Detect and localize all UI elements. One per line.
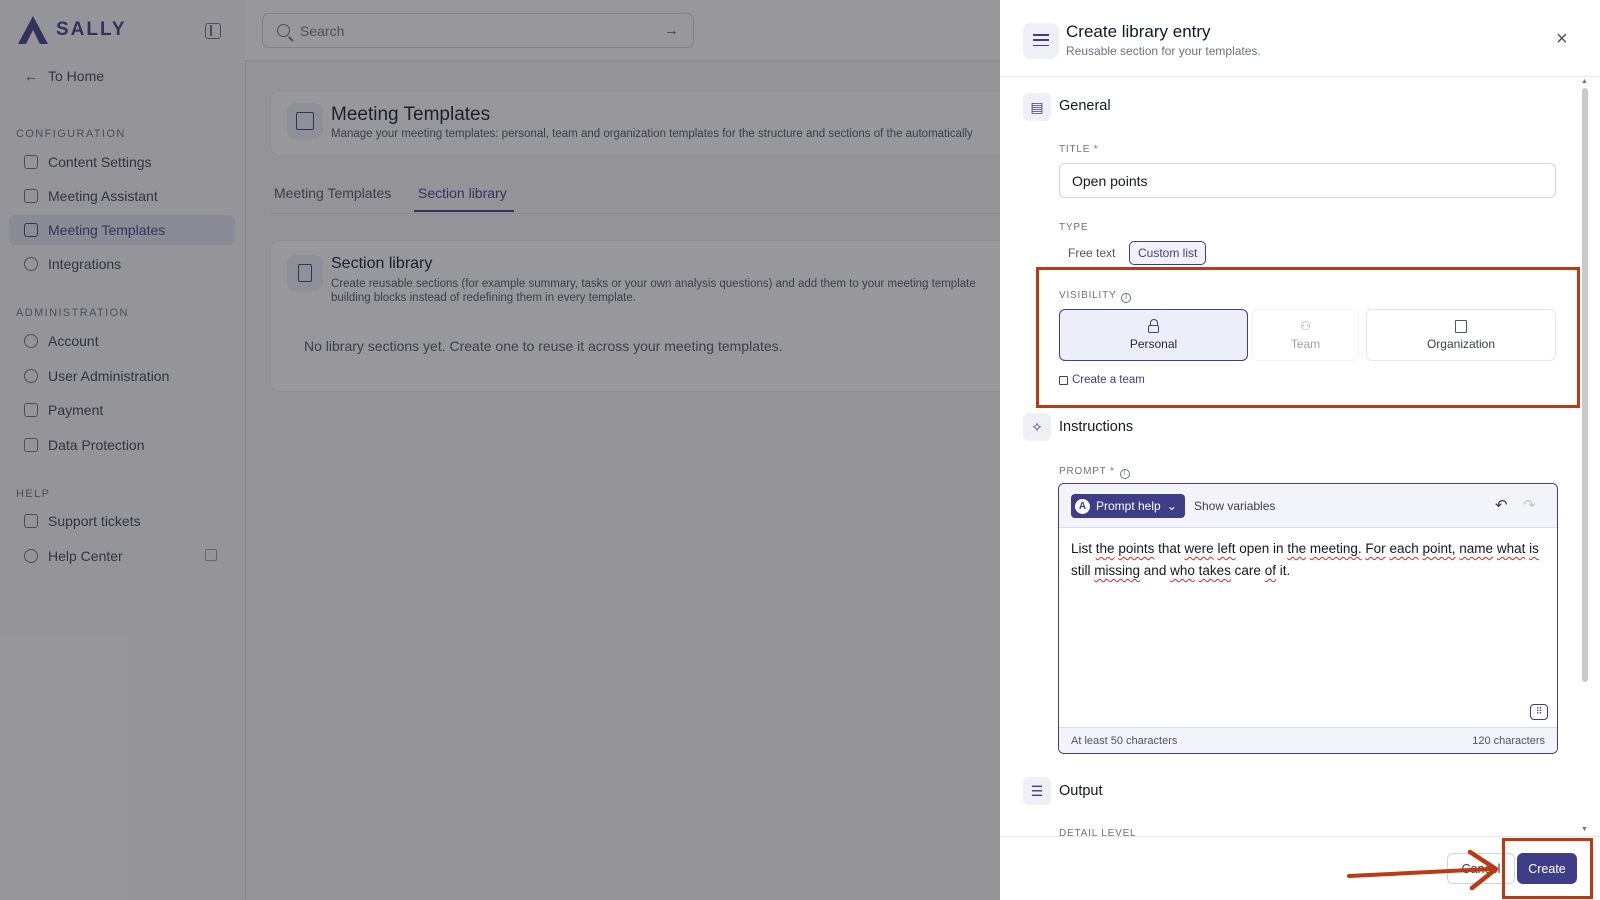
type-custom-list-button[interactable]: Custom list [1129, 241, 1207, 265]
info-icon[interactable]: i [1121, 293, 1132, 303]
lock-icon [1147, 318, 1161, 333]
sliders-icon: ☰ [1023, 777, 1051, 805]
type-field-label: TYPE [1059, 222, 1089, 233]
chevron-down-icon: ⌄ [1166, 499, 1177, 513]
undo-icon[interactable]: ↶ [1495, 496, 1508, 514]
close-icon[interactable]: × [1556, 29, 1568, 49]
title-input-value: Open points [1072, 172, 1148, 189]
create-button[interactable]: Create [1517, 853, 1577, 884]
create-library-entry-drawer: Create library entry Reusable section fo… [1000, 0, 1600, 900]
visibility-label-text: VISIBILITY [1059, 290, 1117, 301]
editor-toolbar: A Prompt help ⌄ Show variables ↶ ↷ [1059, 484, 1557, 528]
list-icon [1023, 23, 1059, 59]
users-icon: ⚇ [1300, 319, 1311, 333]
prompt-help-label: Prompt help [1096, 499, 1161, 513]
visibility-option-label: Personal [1129, 337, 1178, 351]
editor-footer: At least 50 characters 120 characters [1059, 727, 1557, 753]
section-instructions-title: Instructions [1059, 419, 1134, 435]
document-icon: ▤ [1023, 93, 1051, 121]
external-link-icon [1059, 375, 1068, 385]
create-team-link[interactable]: Create a team [1059, 374, 1145, 386]
prompt-editor[interactable]: A Prompt help ⌄ Show variables ↶ ↷ List … [1058, 483, 1558, 754]
drawer-scrollbar[interactable] [1582, 88, 1588, 682]
visibility-organization-option[interactable]: Organization [1366, 309, 1556, 361]
grid-icon[interactable]: ⠿ [1530, 704, 1548, 720]
prompt-label-text: PROMPT * [1059, 466, 1115, 477]
type-free-text-button[interactable]: Free text [1060, 241, 1123, 265]
title-field-label: TITLE * [1059, 144, 1099, 155]
drawer-title: Create library entry [1066, 22, 1211, 41]
redo-icon: ↷ [1523, 497, 1536, 514]
create-team-label: Create a team [1072, 374, 1145, 386]
building-icon [1454, 319, 1468, 333]
scroll-down-arrow-icon[interactable]: ▼ [1581, 826, 1588, 833]
character-count: 120 characters [1472, 735, 1545, 747]
sparkles-icon: ✧ [1023, 413, 1051, 441]
visibility-option-label: Organization [1426, 337, 1496, 351]
scroll-up-arrow-icon[interactable]: ▲ [1581, 78, 1588, 85]
min-characters-hint: At least 50 characters [1071, 735, 1178, 747]
show-variables-button[interactable]: Show variables [1194, 499, 1275, 513]
visibility-option-label: Team [1290, 337, 1321, 351]
info-icon[interactable]: i [1119, 469, 1130, 479]
prompt-field-label: PROMPT * i [1059, 466, 1130, 479]
section-general-title: General [1059, 98, 1111, 114]
sally-logo-icon: A [1075, 498, 1090, 514]
drawer-subtitle: Reusable section for your templates. [1066, 44, 1261, 58]
section-output-title: Output [1059, 783, 1103, 799]
visibility-personal-option[interactable]: Personal [1059, 309, 1248, 361]
cancel-button[interactable]: Cancel [1447, 853, 1515, 884]
visibility-field-label: VISIBILITY i [1059, 290, 1132, 303]
prompt-help-button[interactable]: A Prompt help ⌄ [1071, 494, 1185, 518]
visibility-team-option: ⚇ Team [1252, 309, 1359, 361]
drawer-header: Create library entry Reusable section fo… [1000, 0, 1600, 77]
title-input[interactable]: Open points [1059, 163, 1556, 198]
prompt-textarea[interactable]: List the points that were left open in t… [1071, 538, 1541, 582]
